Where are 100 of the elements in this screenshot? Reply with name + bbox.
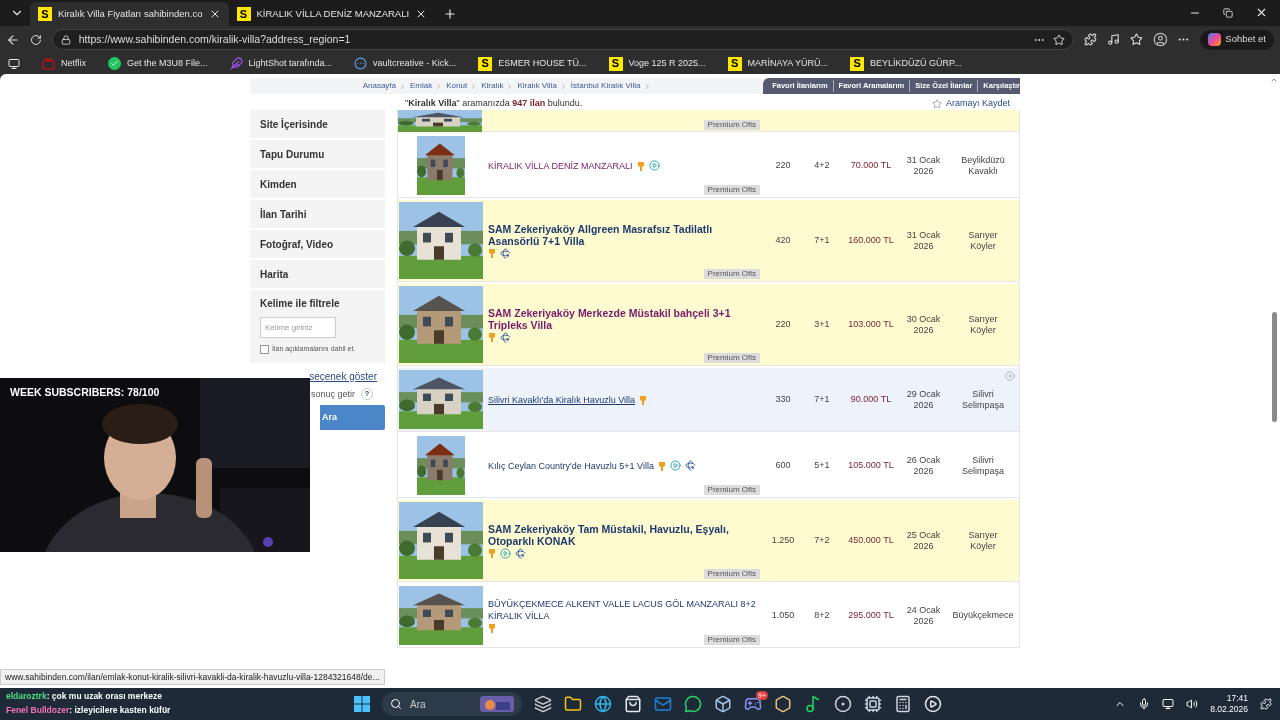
browser-tab[interactable]: S KİRALIK VİLLA DENİZ MANZARALI bbox=[228, 2, 436, 26]
site-logo-icon: S bbox=[236, 7, 251, 21]
filter-section[interactable]: Site İçerisinde bbox=[250, 110, 385, 138]
listing-title[interactable]: SAM Zekeriyaköy Merkezde Müstakil bahçeli 3+1 Tripleks Villa bbox=[488, 306, 756, 331]
listing-row[interactable]: SAM Zekeriyaköy Merkezde Müstakil bahçeli 3+1 Tripleks Villa Premium Ofis 220 3+1 103.000 TL 30 Ocak 2026 Sarıyer Köyler bbox=[398, 284, 1019, 366]
rooms-cell-text: 8+2 bbox=[814, 608, 830, 622]
filter-section[interactable]: Fotoğraf, Video bbox=[250, 230, 385, 258]
premium-badge: Premium Ofis bbox=[703, 635, 760, 645]
filter-section[interactable]: Harita bbox=[250, 260, 385, 288]
status-url: www.sahibinden.com/ilan/emlak-konut-kiralik-silivri-kavakli-da-kiralik-havuzlu-villa-1284321648/de... bbox=[0, 669, 385, 685]
window-icon[interactable] bbox=[8, 57, 20, 70]
close-icon[interactable] bbox=[1255, 6, 1268, 19]
rooms-cell-text: 5+1 bbox=[814, 458, 830, 472]
bookmark[interactable]: LightShot tarafında... bbox=[229, 56, 333, 71]
premium-badge: Premium Ofis bbox=[703, 120, 760, 130]
star-icon[interactable] bbox=[1053, 33, 1066, 46]
date-cell: 30 Ocak 2026 bbox=[906, 313, 941, 336]
listing-row[interactable]: BÜYÜKÇEKMECE ALKENT VALLE LACUS GÖL MANZARALI 8+2 KİRALIK VİLLA Premium Ofis 1.050 8+2 295.000 TL 24 Ocak 2026 Büyükçekmece bbox=[398, 584, 1019, 648]
date-cell: 25 Ocak 2026 bbox=[906, 529, 941, 552]
result-option-label: sonuç getir bbox=[310, 387, 355, 401]
breadcrumb-link[interactable]: Kiralık Villa bbox=[517, 80, 557, 92]
listing-title[interactable]: Kılıç Ceylan Country'de Havuzlu 5+1 Villa bbox=[488, 459, 654, 472]
location-cell: Sarıyer Köyler bbox=[968, 313, 998, 336]
swirl-icon bbox=[354, 57, 368, 70]
chat-message: Fenel Bulldozer: izleyicilere kasten küfür bbox=[6, 704, 171, 716]
play-icon bbox=[500, 547, 511, 559]
play-icon bbox=[924, 695, 942, 713]
hexagon-icon bbox=[774, 695, 792, 713]
keyword-title: Kelime ile filtrele bbox=[260, 297, 341, 311]
pin-icon bbox=[657, 460, 666, 471]
location-cell: Sarıyer Köyler bbox=[968, 229, 998, 252]
monitor-icon[interactable] bbox=[1162, 698, 1175, 710]
rooms-cell-text: 3+1 bbox=[814, 317, 830, 331]
reload-icon[interactable] bbox=[29, 33, 42, 46]
new-tab-icon[interactable] bbox=[443, 7, 458, 21]
bookmark[interactable]: S Voge 125 R 2025... bbox=[608, 56, 706, 71]
filter-section[interactable]: Tapu Durumu bbox=[250, 140, 385, 168]
checkbox[interactable] bbox=[260, 344, 269, 354]
chat-button[interactable]: Sohbet et bbox=[1200, 29, 1274, 50]
breadcrumb-link[interactable]: Anasayfa bbox=[362, 80, 397, 92]
listing-row[interactable]: SAM Zekeriyaköy Tam Müstakil, Havuzlu, Eşyalı, Otoparklı KONAK Premium Ofis 1.250 7+2 450.000 TL 25 Ocak 2026 Sarıyer Köyler bbox=[398, 500, 1019, 582]
listing-title[interactable]: BÜYÜKÇEKMECE ALKENT VALLE LACUS GÖL MANZARALI 8+2 KİRALIK VİLLA bbox=[488, 598, 756, 622]
restore-icon[interactable] bbox=[1223, 7, 1233, 18]
keyword-input[interactable]: Kelime giriniz bbox=[260, 317, 336, 338]
layers-icon bbox=[534, 695, 552, 713]
filter-section[interactable]: Kimden bbox=[250, 170, 385, 198]
location-cell: Sarıyer Köyler bbox=[968, 529, 998, 552]
bookmark[interactable]: S MARİNAYA YÜRÜ... bbox=[727, 56, 829, 71]
microphone-icon[interactable] bbox=[1138, 698, 1151, 710]
volume-icon[interactable] bbox=[1186, 698, 1199, 710]
area-cell-text: 600 bbox=[775, 458, 791, 472]
listing-row[interactable]: Premium Ofis bbox=[398, 110, 1019, 132]
chat-message: eldaroztrk: çok mu uzak orası merkeze bbox=[6, 690, 163, 702]
listing-row[interactable]: SAM Zekeriyaköy Allgreen Masrafsız Tadilatlı Asansörlü 7+1 Villa Premium Ofis 420 7+1 160.000 TL 31 Ocak 2026 Sarıyer Köyler bbox=[398, 200, 1019, 282]
rooms-cell-text: 7+1 bbox=[814, 392, 830, 406]
save-search-link[interactable]: Aramayı Kaydet bbox=[931, 97, 1010, 111]
bookmark[interactable]: Get the M3U8 File... bbox=[108, 56, 208, 71]
search-button[interactable]: Ara bbox=[320, 405, 385, 430]
breadcrumb-link[interactable]: Kiralık bbox=[481, 80, 504, 92]
location-cell: Silivri Selimpaşa bbox=[962, 388, 1004, 411]
bookmark[interactable]: S ESMER HOUSE TÜ... bbox=[478, 56, 587, 71]
rooms-cell-text: 7+2 bbox=[814, 533, 830, 547]
listing-title[interactable]: SAM Zekeriyaköy Tam Müstakil, Havuzlu, Eşyalı, Otoparklı KONAK bbox=[488, 522, 756, 547]
location-cell: Beylikdüzü Kavaklı bbox=[961, 154, 1005, 177]
taskbar-search[interactable]: Ara bbox=[382, 692, 522, 716]
clock[interactable]: 17:41 8.02.2026 bbox=[1210, 693, 1248, 715]
listing-title[interactable]: Silivri Kavaklı'da Kiralık Havuzlu Villa bbox=[488, 393, 636, 406]
site-logo-icon: S bbox=[727, 56, 742, 71]
listing-title[interactable]: KİRALIK VİLLA DENİZ MANZARALI bbox=[488, 159, 633, 172]
area-cell-text: 420 bbox=[775, 233, 791, 247]
check-icon bbox=[108, 57, 121, 70]
play-icon bbox=[669, 460, 681, 471]
scroll-up-icon[interactable] bbox=[1270, 76, 1278, 84]
browser-tab[interactable]: S Kiralık Villa Fiyatları sahibinden.co bbox=[30, 2, 229, 26]
more-options-link[interactable]: seçenek göster bbox=[309, 368, 377, 384]
profile-icon[interactable] bbox=[1152, 32, 1168, 47]
music-note-icon[interactable] bbox=[1106, 33, 1120, 46]
area-cell-text: 1.050 bbox=[771, 608, 795, 622]
breadcrumb-link[interactable]: Konut bbox=[446, 80, 468, 92]
site-logo-icon: S bbox=[608, 56, 623, 71]
listing-row[interactable]: Kılıç Ceylan Country'de Havuzlu 5+1 Villa Premium Ofis 600 5+1 105.000 TL 26 Ocak 2026 Silivri Selimpaşa bbox=[398, 434, 1019, 498]
scrollbar-thumb[interactable] bbox=[1271, 312, 1277, 422]
bookmark[interactable]: S BEYLİKDÜZÜ GÜRP... bbox=[850, 56, 962, 71]
breadcrumb-link[interactable]: Emlak bbox=[410, 80, 433, 92]
bookmark[interactable]: vaultcreative - Kick... bbox=[354, 56, 457, 71]
chevron-icon bbox=[399, 82, 407, 90]
listing-row[interactable]: KİRALIK VİLLA DENİZ MANZARALI Premium Ofis 220 4+2 70.000 TL 31 Ocak 2026 Beylikdüzü Kavaklı bbox=[398, 134, 1019, 198]
chevron-icon bbox=[435, 82, 443, 90]
puzzle-icon[interactable] bbox=[1084, 33, 1097, 46]
listing-title[interactable]: SAM Zekeriyaköy Allgreen Masrafsız Tadilatlı Asansörlü 7+1 Villa bbox=[488, 222, 756, 247]
star-icon[interactable] bbox=[1129, 33, 1143, 46]
address-bar[interactable]: https://www.sahibinden.com/kiralik-villa?address_region=1 bbox=[51, 29, 1075, 50]
filter-section[interactable]: İlan Tarihi bbox=[250, 200, 385, 228]
bookmark[interactable]: Netflix bbox=[42, 56, 86, 71]
back-icon[interactable] bbox=[6, 32, 20, 47]
chevron-icon bbox=[506, 82, 514, 90]
cube-icon bbox=[714, 695, 732, 713]
listing-row[interactable]: Silivri Kavaklı'da Kiralık Havuzlu Villa 330 7+1 90.000 TL 29 Ocak 2026 Silivri Selimpaşa bbox=[398, 368, 1019, 432]
breadcrumb-link[interactable]: İstanbul Kiralık Villa bbox=[570, 80, 641, 92]
chat-bubble-icon bbox=[684, 695, 702, 713]
